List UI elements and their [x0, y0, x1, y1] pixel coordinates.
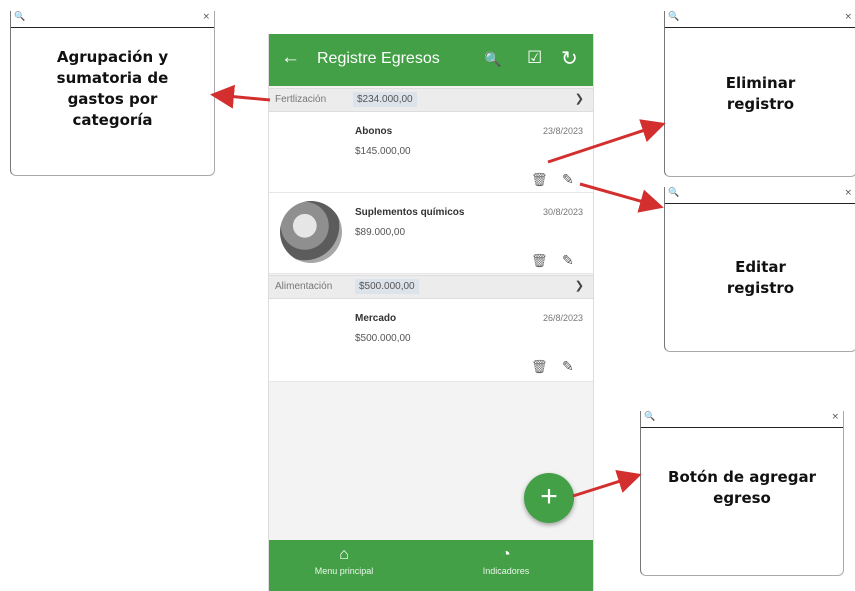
expense-thumbnail [280, 201, 342, 263]
close-icon[interactable]: × [844, 188, 852, 198]
checkbox-icon[interactable]: ☑ [527, 48, 542, 68]
expense-amount: $500.000,00 [355, 333, 411, 344]
callout-group: 🔍 × Agrupación y sumatoria de gastos por… [10, 11, 215, 176]
expand-icon[interactable]: ❯ [575, 92, 584, 105]
trash-icon[interactable]: 🗑 [531, 172, 548, 188]
callout-search-bar: 🔍 × [665, 187, 855, 204]
chart-icon: ◔ [501, 546, 511, 563]
callout-delete-text: Eliminar registro [725, 74, 796, 113]
search-icon: 🔍 [14, 12, 26, 22]
expense-name: Mercado [355, 313, 397, 324]
phone-screen: ← Registre Egresos 🔍 ☑ ↻ Fertlización $2… [268, 34, 594, 591]
bottom-navigation: ⌂ Menu principal ◔ Indicadores [269, 540, 593, 591]
search-icon: 🔍 [644, 412, 656, 422]
edit-icon[interactable]: ✎ [562, 358, 574, 375]
category-total: $234.000,00 [353, 92, 417, 107]
expense-card[interactable]: Suplementos químicos $89.000,00 30/8/202… [269, 193, 593, 274]
edit-icon[interactable]: ✎ [562, 252, 574, 269]
category-header[interactable]: Alimentación $500.000,00 ❯ [269, 275, 593, 299]
trash-icon[interactable]: 🗑 [531, 253, 548, 269]
expense-name: Abonos [355, 126, 393, 137]
refresh-icon[interactable]: ↻ [561, 46, 578, 71]
search-icon: 🔍 [668, 12, 680, 22]
home-icon: ⌂ [339, 546, 349, 563]
expense-card[interactable]: Abonos $145.000,00 23/8/2023 🗑 ✎ [269, 112, 593, 193]
category-total: $500.000,00 [355, 279, 419, 294]
search-icon: 🔍 [668, 188, 680, 198]
category-header[interactable]: Fertlización $234.000,00 ❯ [269, 88, 593, 112]
callout-group-text: Agrupación y sumatoria de gastos por cat… [56, 48, 169, 129]
search-icon[interactable]: 🔍 [484, 51, 501, 68]
back-arrow-icon[interactable]: ← [281, 47, 300, 69]
expense-amount: $89.000,00 [355, 227, 406, 238]
nav-item-indicadores[interactable]: ◔ Indicadores [456, 546, 556, 576]
nav-item-menu-principal[interactable]: ⌂ Menu principal [294, 546, 394, 576]
category-name: Alimentación [275, 281, 333, 292]
close-icon[interactable]: × [202, 12, 210, 22]
callout-edit: 🔍 × Editar registro [664, 187, 855, 352]
nav-label: Indicadores [482, 566, 530, 576]
callout-add-text: Botón de agregar egreso [668, 468, 816, 507]
expand-icon[interactable]: ❯ [575, 279, 584, 292]
callout-search-bar: 🔍 × [665, 11, 855, 28]
expense-date: 26/8/2023 [542, 313, 583, 323]
close-icon[interactable]: × [831, 412, 839, 422]
category-name: Fertlización [275, 94, 327, 105]
app-bar: ← Registre Egresos 🔍 ☑ ↻ [269, 34, 593, 86]
trash-icon[interactable]: 🗑 [531, 359, 548, 375]
expense-date: 30/8/2023 [542, 207, 583, 217]
callout-delete: 🔍 × Eliminar registro [664, 11, 855, 177]
callout-search-bar: 🔍 × [641, 411, 843, 428]
callout-edit-text: Editar registro [726, 258, 795, 297]
expense-date: 23/8/2023 [542, 126, 583, 136]
page-title: Registre Egresos [317, 50, 440, 67]
edit-icon[interactable]: ✎ [562, 171, 574, 188]
expense-card[interactable]: Mercado $500.000,00 26/8/2023 🗑 ✎ [269, 299, 593, 382]
expense-name: Suplementos químicos [355, 207, 465, 218]
expense-amount: $145.000,00 [355, 146, 411, 157]
close-icon[interactable]: × [844, 12, 852, 22]
callout-search-bar: 🔍 × [11, 11, 214, 28]
callout-add: 🔍 × Botón de agregar egreso [640, 411, 844, 576]
nav-label: Menu principal [314, 566, 374, 576]
add-expense-button[interactable]: + [524, 473, 574, 523]
arrow-group [210, 84, 271, 109]
